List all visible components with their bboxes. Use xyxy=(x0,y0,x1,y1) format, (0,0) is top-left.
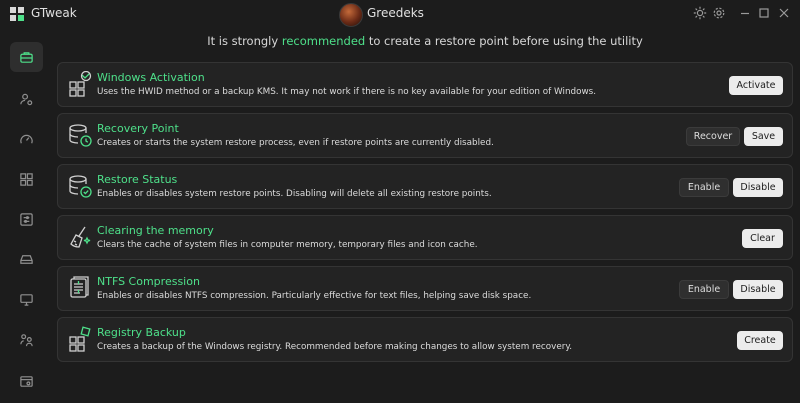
user-name: Greedeks xyxy=(367,6,424,20)
card-description: Enables or disables NTFS compression. Pa… xyxy=(97,291,532,301)
restore-notice: It is strongly recommended to create a r… xyxy=(0,34,800,48)
card-ntfs-compression: NTFS Compression Enables or disables NTF… xyxy=(57,266,793,311)
sidebar-item-storage[interactable] xyxy=(10,244,43,274)
user-settings-icon xyxy=(20,93,33,105)
recover-button[interactable]: Recover xyxy=(686,127,740,146)
system-info-icon xyxy=(20,375,33,387)
disable-button[interactable]: Disable xyxy=(733,280,783,299)
activation-icon xyxy=(69,71,92,97)
card-title: NTFS Compression xyxy=(97,275,200,288)
sidebar xyxy=(0,28,52,403)
registry-icon xyxy=(69,326,91,352)
briefcase-icon xyxy=(20,51,33,63)
gauge-icon xyxy=(20,134,33,143)
card-windows-activation: Windows Activation Uses the HWID method … xyxy=(57,62,793,107)
notice-text-after: to create a restore point before using t… xyxy=(365,34,643,48)
enable-button[interactable]: Enable xyxy=(679,280,729,299)
title-bar: GTweak Greedeks xyxy=(0,0,800,28)
compress-icon xyxy=(70,276,89,298)
activate-button[interactable]: Activate xyxy=(729,76,783,95)
drive-icon xyxy=(20,254,33,264)
broom-icon xyxy=(70,226,91,248)
sidebar-item-privacy[interactable] xyxy=(10,84,43,114)
sidebar-item-system[interactable] xyxy=(10,284,43,314)
theme-toggle-icon[interactable] xyxy=(693,6,707,20)
minimize-icon[interactable] xyxy=(738,6,752,20)
sidebar-item-performance[interactable] xyxy=(10,124,43,154)
notice-text-before: It is strongly xyxy=(207,34,282,48)
enable-button[interactable]: Enable xyxy=(679,178,729,197)
user-group-icon xyxy=(20,333,33,346)
card-registry-backup: Registry Backup Creates a backup of the … xyxy=(57,317,793,362)
card-description: Creates or starts the system restore pro… xyxy=(97,138,494,148)
card-restore-status: Restore Status Enables or disables syste… xyxy=(57,164,793,209)
card-description: Uses the HWID method or a backup KMS. It… xyxy=(97,87,597,97)
app-title: GTweak xyxy=(31,6,77,20)
card-title: Clearing the memory xyxy=(97,224,214,237)
card-recovery-point: Recovery Point Creates or starts the sys… xyxy=(57,113,793,158)
card-title: Restore Status xyxy=(97,173,178,186)
create-button[interactable]: Create xyxy=(737,331,783,350)
sidebar-item-interface[interactable] xyxy=(10,204,43,234)
sidebar-item-applications[interactable] xyxy=(10,164,43,194)
sidebar-item-info[interactable] xyxy=(10,366,43,396)
card-clearing-memory: Clearing the memory Clears the cache of … xyxy=(57,215,793,260)
monitor-icon xyxy=(20,293,33,306)
database-status-icon xyxy=(69,175,92,198)
save-button[interactable]: Save xyxy=(744,127,783,146)
app-logo-icon xyxy=(10,7,24,21)
database-restore-icon xyxy=(69,124,92,147)
settings-gear-icon[interactable] xyxy=(712,6,726,20)
sidebar-item-services[interactable] xyxy=(10,324,43,354)
disable-button[interactable]: Disable xyxy=(733,178,783,197)
card-description: Clears the cache of system files in comp… xyxy=(97,240,478,250)
avatar[interactable] xyxy=(339,3,363,27)
apps-grid-icon xyxy=(20,172,33,186)
card-title: Recovery Point xyxy=(97,122,179,135)
card-title: Registry Backup xyxy=(97,326,186,339)
settings-sliders-icon xyxy=(20,212,33,226)
card-description: Enables or disables system restore point… xyxy=(97,189,492,199)
notice-accent: recommended xyxy=(281,34,366,48)
card-description: Creates a backup of the Windows registry… xyxy=(97,342,573,352)
close-icon[interactable] xyxy=(777,6,791,20)
card-title: Windows Activation xyxy=(97,71,205,84)
clear-button[interactable]: Clear xyxy=(742,229,783,248)
maximize-icon[interactable] xyxy=(757,6,771,20)
